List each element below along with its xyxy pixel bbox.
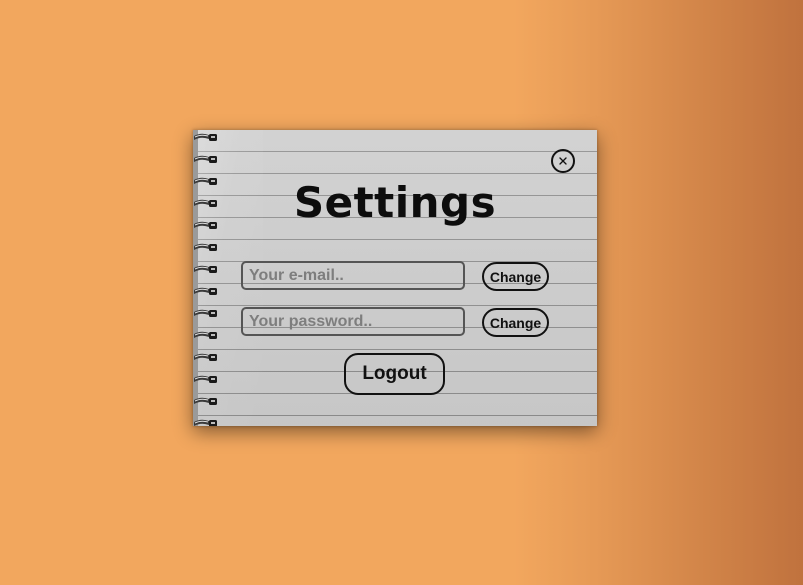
- settings-modal: Settings Change Change Logout: [193, 130, 597, 426]
- close-x-icon: [559, 157, 567, 165]
- change-password-button[interactable]: Change: [482, 308, 549, 337]
- password-input[interactable]: [241, 307, 465, 336]
- settings-title: Settings: [293, 178, 497, 227]
- email-input[interactable]: [241, 261, 465, 290]
- spiral-binding-icon: [193, 130, 217, 426]
- change-email-button[interactable]: Change: [482, 262, 549, 291]
- close-button[interactable]: [551, 149, 575, 173]
- logout-button[interactable]: Logout: [344, 353, 445, 395]
